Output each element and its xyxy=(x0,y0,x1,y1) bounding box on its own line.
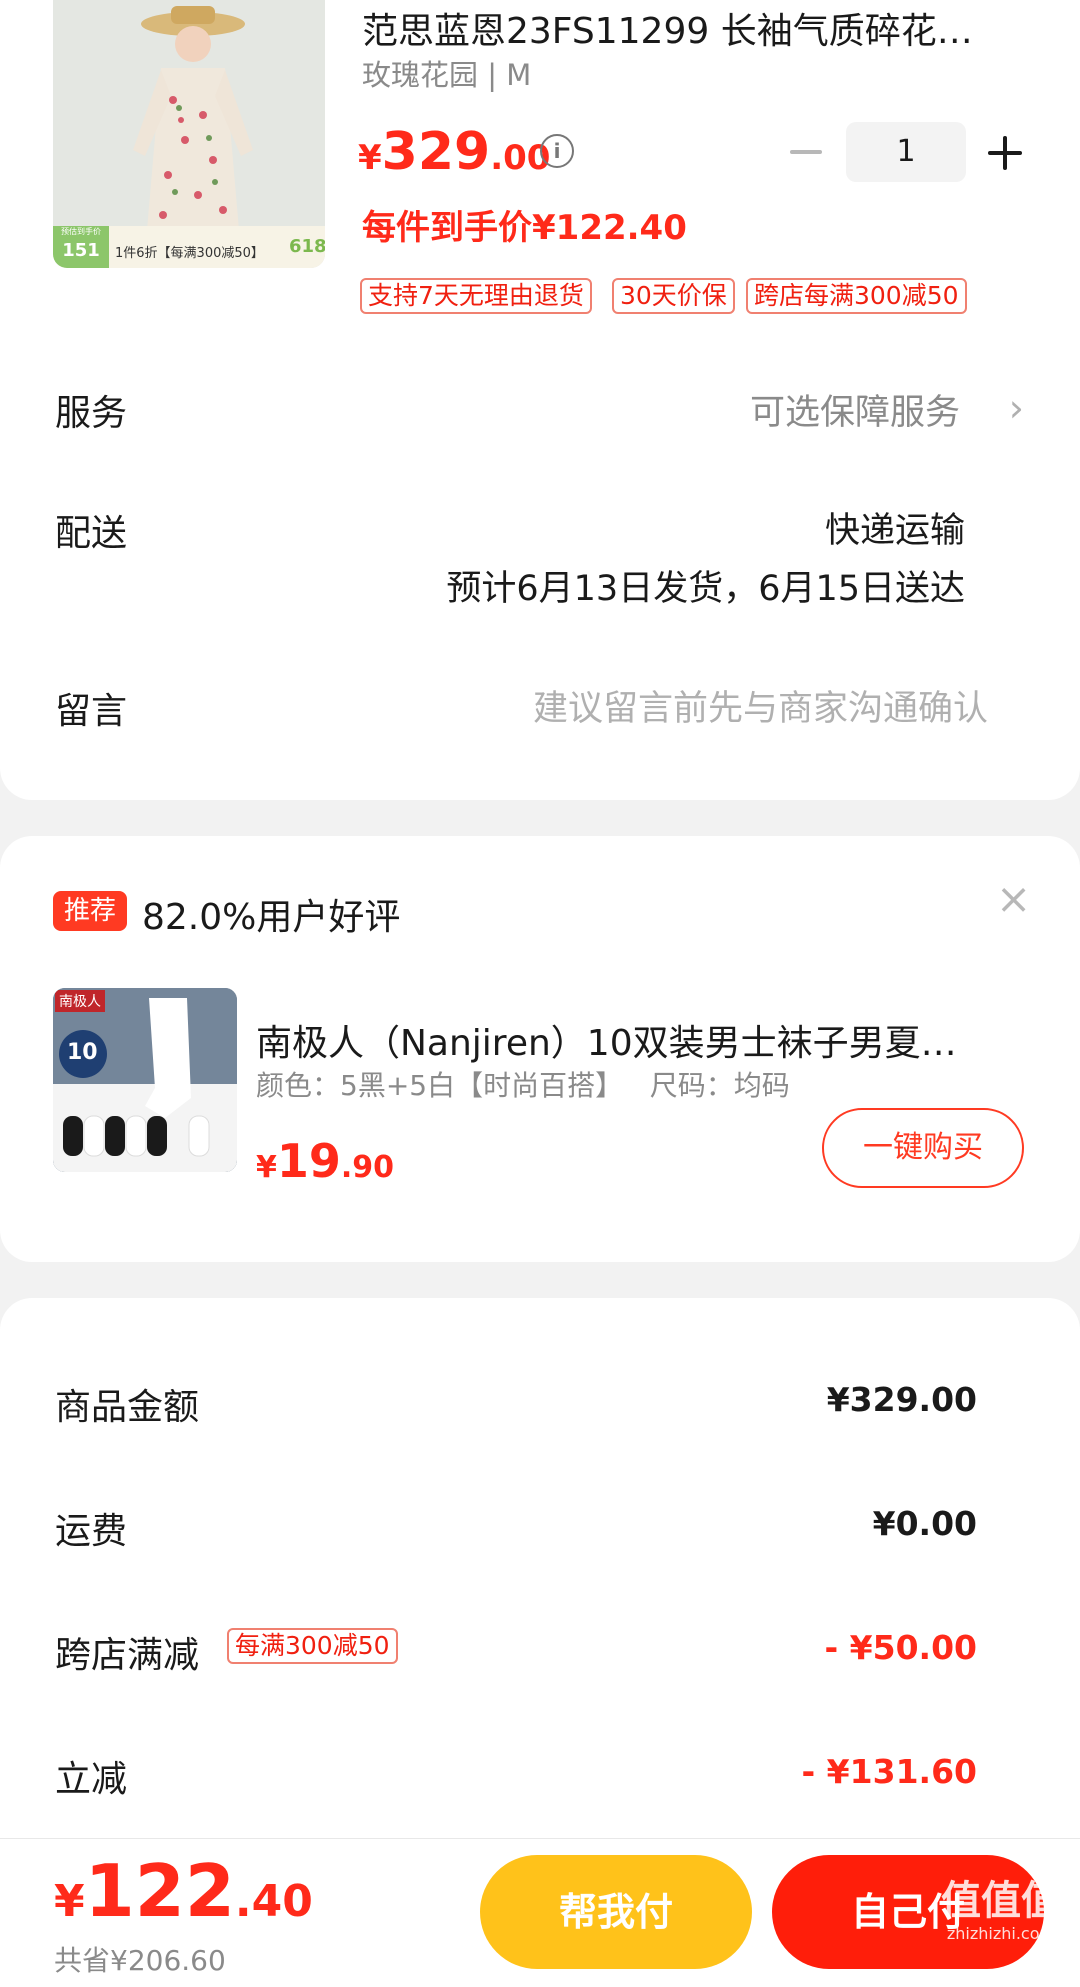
price-protect-tag: 30天价保 xyxy=(612,278,735,314)
total-saved: 共省¥206.60 xyxy=(54,1944,226,1977)
delivery-label: 配送 xyxy=(55,513,128,554)
each-price: 每件到手价¥122.40 xyxy=(362,208,687,248)
summary-goods-label: 商品金额 xyxy=(55,1387,200,1428)
note-label: 留言 xyxy=(55,691,128,732)
summary-shipping-label: 运费 xyxy=(55,1511,128,1552)
minus-icon[interactable] xyxy=(790,150,822,154)
summary-discount-value: - ¥131.60 xyxy=(801,1752,978,1791)
note-input[interactable]: 建议留言前先与商家沟通确认 xyxy=(533,680,988,731)
watermark: 值值值 zhizhizhi.com xyxy=(941,1878,1061,1943)
socks-illustration xyxy=(53,988,237,1172)
service-value: 可选保障服务 xyxy=(749,393,960,433)
summary-crossstore-value: - ¥50.00 xyxy=(824,1628,977,1667)
product-variant[interactable]: 玫瑰花园 | M xyxy=(362,52,531,94)
product-title[interactable]: 范思蓝恩23FS11299 长袖气质碎花… xyxy=(362,2,973,54)
plus-icon[interactable] xyxy=(988,136,1022,170)
summary-goods-value: ¥329.00 xyxy=(826,1380,977,1419)
summary-discount-label: 立减 xyxy=(55,1759,128,1800)
checkout-bar: ¥122.40 共省¥206.60 帮我付 自己付 值值值 zhizhizhi.… xyxy=(0,1838,1080,1987)
pack-count: 10 xyxy=(67,1040,98,1065)
recommend-badge: 推荐 xyxy=(53,891,127,931)
recommend-spec: 颜色：5黑+5白【时尚百搭】 尺码：均码 xyxy=(256,1069,790,1102)
chevron-right-icon: › xyxy=(1008,386,1024,430)
summary-shipping-value: ¥0.00 xyxy=(872,1504,977,1543)
recommend-card: 推荐 82.0%用户好评 × 南极人 10 南极人（Nanjiren）10双装男… xyxy=(0,836,1080,1262)
summary-crossstore-label: 跨店满减 xyxy=(55,1635,200,1676)
quantity-stepper: 1 xyxy=(780,122,1030,182)
close-icon[interactable]: × xyxy=(996,878,1031,920)
brand-label: 南极人 xyxy=(55,990,105,1012)
delivery-method: 快递运输 xyxy=(824,511,965,551)
service-label: 服务 xyxy=(55,393,128,434)
delivery-eta: 预计6月13日发货，6月15日送达 xyxy=(446,569,965,609)
recommend-title[interactable]: 南极人（Nanjiren）10双装男士袜子男夏… xyxy=(256,1014,957,1066)
product-image[interactable]: 预估到手价 151 1件6折【每满300减50】 618 xyxy=(53,0,325,268)
total-price: ¥122.40 xyxy=(54,1849,313,1933)
image-price-badge: 预估到手价 151 xyxy=(53,226,109,268)
one-click-buy-button[interactable]: 一键购买 xyxy=(822,1108,1024,1188)
summary-crossstore-tag: 每满300减50 xyxy=(227,1628,398,1664)
help-pay-button[interactable]: 帮我付 xyxy=(480,1855,752,1969)
service-row[interactable]: 可选保障服务 › xyxy=(560,380,1030,440)
quantity-input[interactable]: 1 xyxy=(846,122,966,182)
recommend-product-image[interactable]: 南极人 10 xyxy=(53,988,237,1172)
recommend-headline: 82.0%用户好评 xyxy=(142,897,401,938)
promo-tag: 跨店每满300减50 xyxy=(746,278,967,314)
return-policy-tag: 支持7天无理由退货 xyxy=(360,278,592,314)
price-summary-card: 商品金额 ¥329.00 运费 ¥0.00 跨店满减 每满300减50 - ¥5… xyxy=(0,1298,1080,1838)
recommend-price: ¥19.90 xyxy=(256,1134,395,1188)
info-icon[interactable]: i xyxy=(540,134,574,168)
product-price: ¥329.00 xyxy=(358,122,551,182)
order-item-card: 预估到手价 151 1件6折【每满300减50】 618 范思蓝恩23FS112… xyxy=(0,0,1080,800)
